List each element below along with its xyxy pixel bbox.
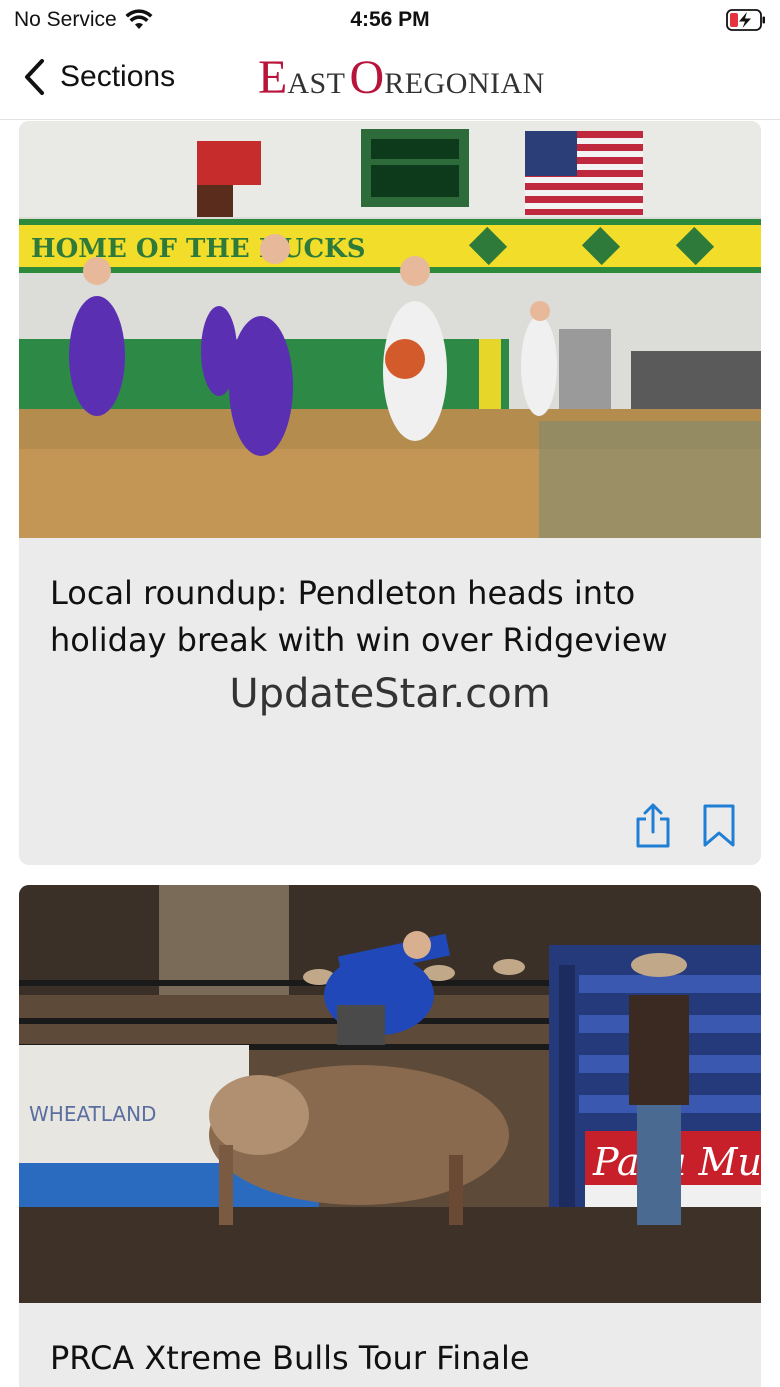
article-feed[interactable]: HOME OF THE BUCKS Local roundup: Pendlet… xyxy=(0,121,780,1387)
back-label: Sections xyxy=(60,60,176,93)
article-image[interactable]: HOME OF THE BUCKS xyxy=(19,121,761,538)
status-bar: No Service 4:56 PM xyxy=(0,0,780,40)
logo: EAST OREGONIAN xyxy=(258,54,545,102)
article-image[interactable]: Papa Murphy WHEATLAND xyxy=(19,885,761,1303)
article-actions xyxy=(633,803,739,849)
logo-ast: AST xyxy=(287,67,346,100)
clock: 4:56 PM xyxy=(350,8,430,31)
article-title[interactable]: PRCA Xtreme Bulls Tour Finale xyxy=(50,1335,730,1382)
article-title[interactable]: Local roundup: Pendleton heads into holi… xyxy=(50,570,730,664)
share-icon[interactable] xyxy=(633,803,673,849)
chevron-left-icon xyxy=(25,59,44,95)
article-source: UpdateStar.com xyxy=(229,671,551,717)
basketball-photo: HOME OF THE BUCKS xyxy=(19,121,761,538)
svg-text:WHEATLAND: WHEATLAND xyxy=(29,1102,156,1126)
logo-regonian: REGONIAN xyxy=(384,67,545,100)
logo-e: E xyxy=(258,51,288,104)
bookmark-icon[interactable] xyxy=(699,803,739,849)
svg-text:HOME OF THE BUCKS: HOME OF THE BUCKS xyxy=(31,234,366,264)
rodeo-photo: Papa Murphy WHEATLAND xyxy=(19,885,761,1303)
article-card[interactable]: Papa Murphy WHEATLAND xyxy=(19,885,761,1387)
logo-o: O xyxy=(349,51,385,104)
back-button[interactable]: Sections xyxy=(22,58,175,96)
nav-bar: Sections EAST OREGONIAN xyxy=(0,40,780,120)
article-card[interactable]: HOME OF THE BUCKS Local roundup: Pendlet… xyxy=(19,121,761,865)
battery-charging-icon xyxy=(726,9,765,31)
